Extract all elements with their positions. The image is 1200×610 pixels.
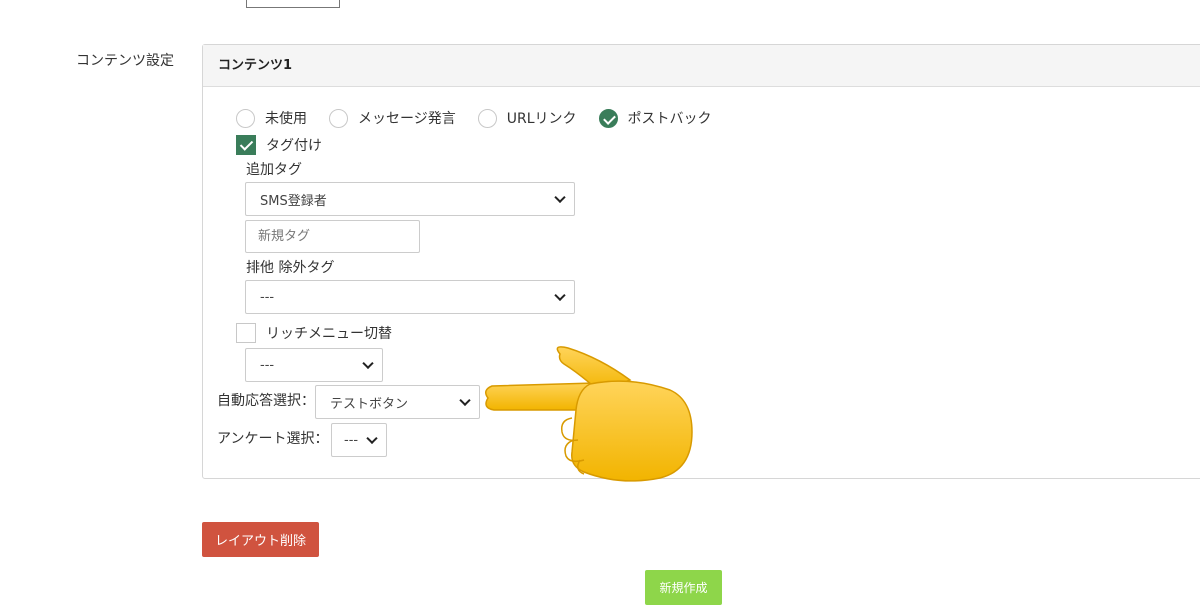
radio-postback[interactable]: ポストバック (598, 108, 712, 128)
pointing-hand-icon (485, 346, 693, 482)
panel-title: コンテンツ1 (203, 45, 1200, 87)
rich-menu-label: リッチメニュー切替 (266, 326, 392, 342)
radio-circle-checked[interactable] (598, 108, 618, 128)
radio-circle[interactable] (477, 108, 497, 128)
chevron-down-icon (459, 394, 471, 407)
chevron-down-icon (554, 191, 566, 204)
action-type-radio-group: 未使用 メッセージ発言 URLリンク ポストバック (236, 107, 734, 129)
rich-menu-select-value: --- (260, 357, 275, 373)
tagging-checkbox-row[interactable]: タグ付け (236, 135, 322, 155)
exclude-tag-label: 排他 除外タグ (246, 260, 335, 276)
survey-select[interactable]: --- (331, 423, 387, 457)
radio-url-link[interactable]: URLリンク (477, 108, 577, 128)
survey-select-value: --- (344, 432, 359, 448)
rich-menu-checkbox-row[interactable]: リッチメニュー切替 (236, 323, 392, 343)
radio-label: 未使用 (265, 111, 307, 127)
rich-menu-checkbox[interactable] (236, 323, 256, 343)
chevron-down-icon (362, 357, 374, 370)
content-panel: コンテンツ1 未使用 メッセージ発言 URLリンク ポストバック タグ付け 追加… (202, 44, 1200, 479)
rich-menu-select[interactable]: --- (245, 348, 383, 382)
auto-reply-select[interactable]: テストボタン (315, 385, 480, 419)
delete-layout-button[interactable]: レイアウト削除 (202, 522, 319, 557)
chevron-down-icon (554, 289, 566, 302)
radio-circle[interactable] (236, 108, 255, 128)
radio-label: メッセージ発言 (358, 111, 456, 127)
section-label: コンテンツ設定 (76, 53, 174, 69)
add-tag-select-value: SMS登録者 (260, 193, 327, 209)
radio-label: ポストバック (627, 111, 712, 127)
exclude-tag-select-value: --- (260, 289, 275, 305)
add-tag-select[interactable]: SMS登録者 (245, 182, 575, 216)
auto-reply-select-value: テストボタン (330, 396, 409, 412)
survey-label: アンケート選択： (217, 431, 329, 447)
create-new-button[interactable]: 新規作成 (645, 570, 722, 605)
tagging-checkbox[interactable] (236, 135, 256, 155)
add-tag-label: 追加タグ (246, 162, 302, 178)
new-tag-input[interactable] (245, 220, 420, 253)
radio-message[interactable]: メッセージ発言 (329, 108, 456, 128)
radio-circle[interactable] (329, 108, 348, 128)
tagging-label: タグ付け (266, 138, 322, 154)
radio-label: URLリンク (506, 111, 577, 127)
auto-reply-label: 自動応答選択： (217, 393, 315, 409)
exclude-tag-select[interactable]: --- (245, 280, 575, 314)
chevron-down-icon (366, 432, 378, 445)
radio-unused[interactable]: 未使用 (236, 108, 307, 128)
top-input-box[interactable] (246, 0, 340, 8)
